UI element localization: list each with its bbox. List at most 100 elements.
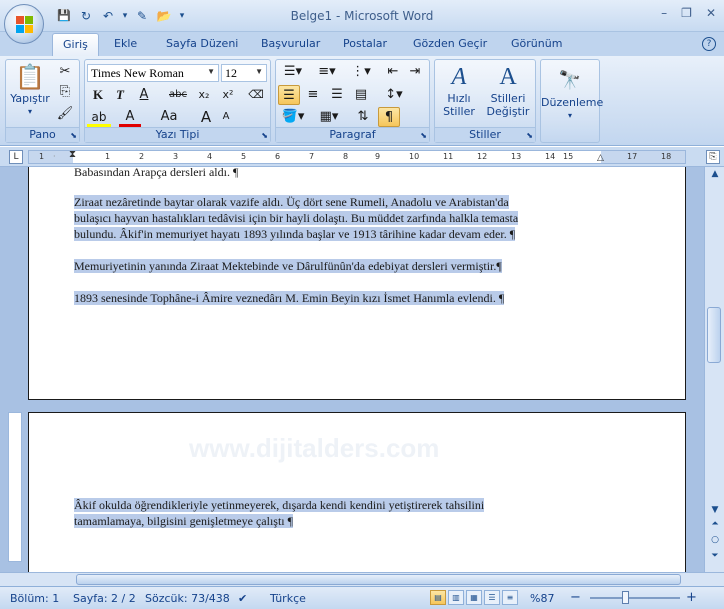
subscript-button[interactable]: x₂ [193, 85, 215, 105]
zoom-slider[interactable] [590, 597, 680, 599]
status-section[interactable]: Bölüm: 1 [10, 592, 59, 605]
previous-page-icon[interactable]: ⏶ [708, 519, 722, 529]
horizontal-scrollbar[interactable] [0, 572, 724, 586]
vertical-ruler[interactable] [8, 412, 22, 562]
title-bar: 💾 ↻ ↶ ▾ ✎ 📂 ▾ Belge1 - Microsoft Word – … [0, 0, 724, 32]
change-styles-icon: A [499, 64, 517, 90]
format-painter-icon[interactable]: 🖌 [54, 104, 76, 124]
align-left-icon[interactable]: ☰ [278, 85, 300, 105]
justify-icon[interactable]: ▤ [350, 85, 372, 105]
close-button[interactable]: ✕ [706, 6, 716, 20]
draft-view-button[interactable]: ≡ [502, 590, 518, 605]
page-1[interactable]: Babasından Arapça dersleri aldı. ¶ Ziraa… [28, 167, 686, 400]
indent-marker-icon[interactable]: ⧗ [69, 149, 76, 160]
next-page-icon[interactable]: ⏷ [708, 551, 722, 561]
tab-postalar[interactable]: Postalar [343, 37, 387, 50]
paste-button[interactable]: 📋 Yapıştır ▾ [10, 62, 50, 118]
full-screen-reading-view-button[interactable]: ▥ [448, 590, 464, 605]
proofing-icon[interactable]: ✔ [238, 592, 247, 605]
binoculars-icon: 🔭 [558, 70, 582, 91]
paste-label: Yapıştır [10, 92, 50, 105]
superscript-button[interactable]: x² [217, 85, 239, 105]
font-size-select[interactable]: 12 ▼ [221, 64, 267, 82]
status-bar: Bölüm: 1 Sayfa: 2 / 2 Sözcük: 73/438 ✔ T… [0, 586, 724, 609]
group-stiller: A Hızlı Stiller A Stilleri Değiştir Stil… [434, 59, 536, 143]
group-label-paragraf: Paragraf [276, 127, 429, 142]
tab-gorunum[interactable]: Görünüm [511, 37, 562, 50]
multilevel-list-icon[interactable]: ⋮▾ [346, 62, 376, 82]
paragraph-launcher-icon[interactable]: ⬊ [420, 131, 427, 140]
line-spacing-icon[interactable]: ↕▾ [380, 85, 408, 105]
font-launcher-icon[interactable]: ⬊ [261, 131, 268, 140]
horizontal-ruler[interactable]: 1 · 1 2 3 4 5 6 7 8 9 10 11 12 13 14 15 … [28, 149, 686, 164]
underline-button[interactable]: A [133, 85, 155, 105]
outline-view-button[interactable]: ☰ [484, 590, 500, 605]
tab-ekle[interactable]: Ekle [114, 37, 137, 50]
show-hide-button[interactable]: ¶ [378, 107, 400, 127]
zoom-out-button[interactable]: − [570, 590, 581, 605]
ribbon: 📋 Yapıştır ▾ ✂ ⎘ 🖌 Pano ⬊ Times New Roma… [0, 56, 724, 146]
browse-object-icon[interactable]: ○ [708, 535, 722, 545]
vertical-ruler-bar [0, 167, 28, 572]
strikethrough-button[interactable]: abc [165, 85, 191, 105]
doc-line: Memuriyetinin yanında Ziraat Mektebinde … [74, 259, 502, 273]
doc-line: bulaşıcı hayvan hastalıkları tedâvisi iç… [74, 211, 519, 225]
bold-button[interactable]: K [87, 85, 109, 105]
copy-icon[interactable]: ⎘ [54, 82, 76, 102]
shrink-font-button[interactable]: A [215, 107, 237, 127]
horizontal-scroll-thumb[interactable] [76, 574, 681, 585]
change-case-button[interactable]: Aa [155, 107, 183, 127]
grow-font-button[interactable]: A [195, 107, 217, 127]
view-ruler-icon[interactable]: ⎘ [706, 150, 720, 164]
zoom-in-button[interactable]: + [686, 590, 697, 605]
tab-giris[interactable]: Giriş [52, 33, 99, 57]
page-2[interactable]: www.dijitalders.com Âkif okulda öğrendik… [28, 412, 686, 572]
restore-button[interactable]: ❐ [681, 6, 692, 20]
web-layout-view-button[interactable]: ▦ [466, 590, 482, 605]
font-color-button[interactable]: A [119, 107, 141, 127]
font-name-select[interactable]: Times New Roman ▼ [87, 64, 219, 82]
increase-indent-icon[interactable]: ⇥ [404, 62, 426, 82]
borders-icon[interactable]: ▦▾ [314, 107, 344, 127]
help-icon[interactable]: ? [702, 37, 716, 51]
tab-gozden-gecir[interactable]: Gözden Geçir [413, 37, 487, 50]
scroll-down-icon[interactable]: ▼ [708, 505, 722, 515]
bullets-icon[interactable]: ☰▾ [278, 62, 308, 82]
editing-button[interactable]: 🔭 Düzenleme ▾ [541, 66, 603, 122]
align-center-icon[interactable]: ≡ [302, 85, 324, 105]
zoom-slider-thumb[interactable] [622, 591, 629, 604]
status-page[interactable]: Sayfa: 2 / 2 [73, 592, 136, 605]
highlight-icon[interactable]: ab [87, 107, 111, 127]
pano-launcher-icon[interactable]: ⬊ [70, 131, 77, 140]
office-button[interactable] [4, 4, 44, 44]
right-indent-marker-icon[interactable]: △ [597, 153, 604, 163]
vertical-scrollbar[interactable]: ▲ ▼ ⏶ ○ ⏷ [704, 167, 724, 572]
zoom-level[interactable]: %87 [530, 592, 554, 605]
print-layout-view-button[interactable]: ▤ [430, 590, 446, 605]
sort-icon[interactable]: ⇅ [352, 107, 374, 127]
scroll-up-icon[interactable]: ▲ [708, 169, 722, 179]
align-right-icon[interactable]: ☰ [326, 85, 348, 105]
minimize-button[interactable]: – [661, 6, 667, 20]
doc-line: Ziraat nezâretinde baytar olarak vazife … [74, 195, 509, 209]
doc-line: Âkif okulda öğrendikleriyle yetinmeyerek… [74, 498, 485, 512]
status-language[interactable]: Türkçe [270, 592, 306, 605]
tab-sayfa-duzeni[interactable]: Sayfa Düzeni [166, 37, 238, 50]
quick-styles-button[interactable]: A Hızlı Stiller [437, 62, 481, 118]
cut-icon[interactable]: ✂ [54, 62, 76, 82]
group-label-pano: Pano [6, 127, 79, 142]
status-words[interactable]: Sözcük: 73/438 [145, 592, 230, 605]
clear-format-icon[interactable]: ⌫ [245, 85, 267, 105]
vertical-scroll-thumb[interactable] [707, 307, 721, 363]
change-styles-button[interactable]: A Stilleri Değiştir [483, 62, 533, 118]
group-paragraf: ☰▾ ≡▾ ⋮▾ ⇤ ⇥ ☰ ≡ ☰ ▤ ↕▾ 🪣▾ ▦▾ ⇅ ¶ Paragr… [275, 59, 430, 143]
chevron-down-icon: ▼ [207, 67, 215, 76]
italic-button[interactable]: T [109, 85, 131, 105]
numbering-icon[interactable]: ≡▾ [312, 62, 342, 82]
tab-selector[interactable]: L [9, 150, 23, 164]
tab-basvurular[interactable]: Başvurular [261, 37, 320, 50]
decrease-indent-icon[interactable]: ⇤ [382, 62, 404, 82]
quick-styles-icon: A [451, 64, 467, 90]
styles-launcher-icon[interactable]: ⬊ [526, 131, 533, 140]
shading-icon[interactable]: 🪣▾ [278, 107, 308, 127]
